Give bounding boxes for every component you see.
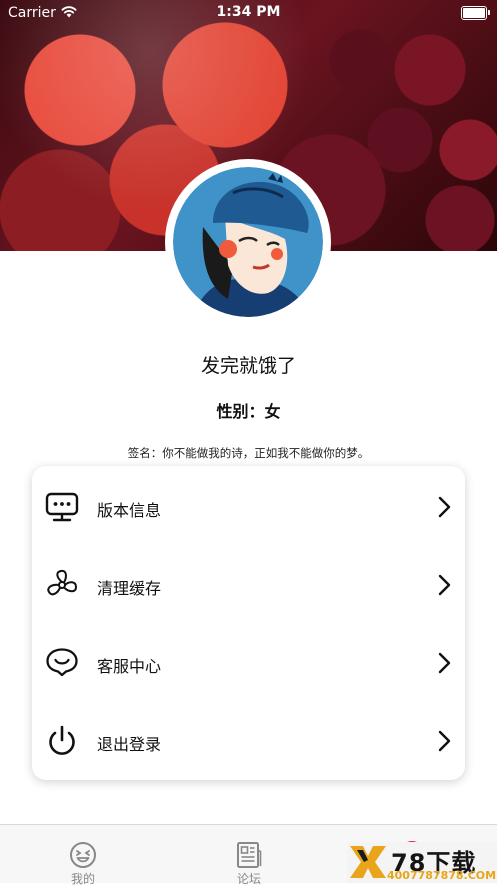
menu-item-version-info[interactable]: 版本信息 bbox=[32, 468, 465, 546]
signature-text: 签名：你不能做我的诗，正如我不能做你的梦。 bbox=[127, 446, 370, 460]
menu-item-label: 清理缓存 bbox=[97, 579, 162, 598]
menu-item-customer-service[interactable]: 客服中心 bbox=[32, 624, 465, 702]
nickname: 发完就饿了 bbox=[200, 355, 296, 377]
menu-item-label: 退出登录 bbox=[97, 735, 162, 754]
tab-label: 我的 bbox=[70, 872, 95, 886]
chevron-right-icon bbox=[438, 496, 451, 518]
watermark-url: 4007787878.COM bbox=[387, 869, 497, 882]
avatar-illustration bbox=[173, 167, 323, 317]
status-time: 1:34 PM bbox=[216, 4, 281, 20]
forum-document-icon bbox=[237, 842, 262, 868]
menu-item-clear-cache[interactable]: 清理缓存 bbox=[32, 546, 465, 624]
x-logo-icon bbox=[350, 846, 386, 878]
avatar[interactable] bbox=[173, 167, 323, 317]
version-info-icon bbox=[45, 492, 79, 522]
tab-forum[interactable]: 论坛 bbox=[189, 825, 309, 886]
status-bar: Carrier 1:34 PM bbox=[0, 0, 497, 26]
watermark-78download-logo: 78下载 4007787878.COM bbox=[347, 842, 497, 883]
clear-cache-icon bbox=[47, 569, 77, 596]
menu-item-logout[interactable]: 退出登录 bbox=[32, 702, 465, 780]
customer-service-icon bbox=[46, 648, 78, 677]
chevron-right-icon bbox=[438, 652, 451, 674]
chevron-right-icon bbox=[438, 730, 451, 752]
menu-item-label: 客服中心 bbox=[97, 657, 162, 676]
tab-label: 论坛 bbox=[236, 872, 261, 886]
tab-mine[interactable]: 我的 bbox=[23, 825, 143, 886]
settings-menu-card: 版本信息 清理缓存 客服中心 退出登录 bbox=[32, 466, 465, 780]
menu-item-label: 版本信息 bbox=[97, 501, 162, 520]
logout-icon bbox=[49, 725, 75, 755]
smile-face-icon bbox=[70, 842, 96, 868]
battery-icon bbox=[461, 6, 490, 20]
gender-label: 性别：女 bbox=[216, 402, 281, 421]
chevron-right-icon bbox=[438, 574, 451, 596]
avatar-frame bbox=[165, 159, 331, 325]
